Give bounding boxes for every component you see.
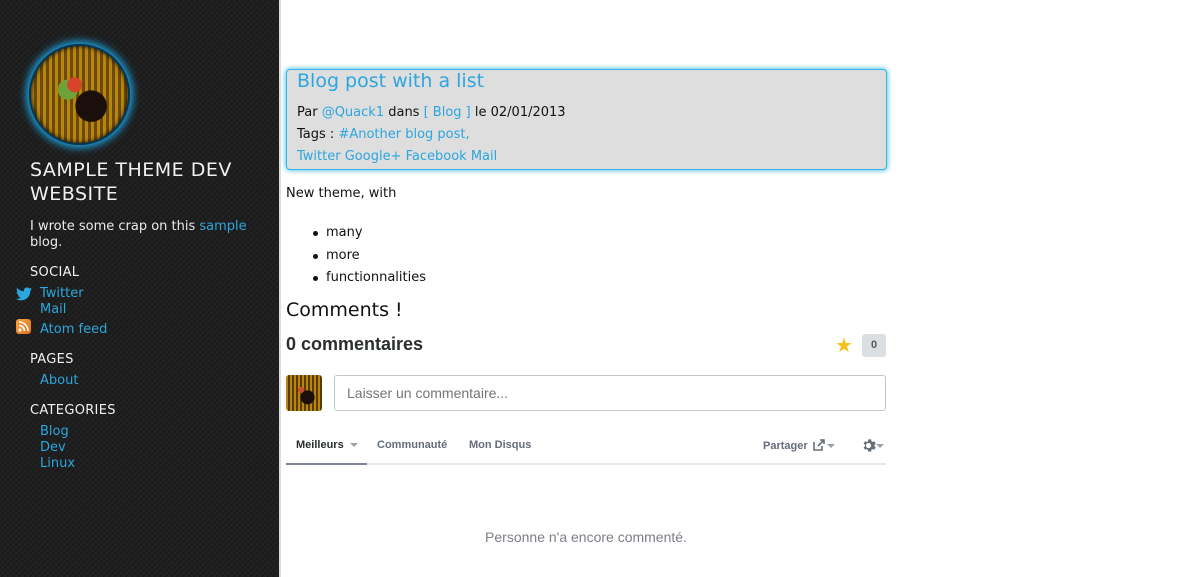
comments-heading: Comments !: [286, 299, 403, 321]
rss-glyph: [18, 321, 29, 332]
site-title[interactable]: SAMPLE THEME DEV WEBSITE: [30, 158, 270, 206]
categories-heading: CATEGORIES: [30, 403, 116, 418]
comment-count: 0 commentaires: [286, 334, 424, 354]
share-twitter-link[interactable]: Twitter: [297, 149, 341, 164]
tab-communaute[interactable]: Communauté: [377, 439, 447, 451]
site-description: I wrote some crap on this sample blog.: [30, 219, 270, 251]
sidebar-link-twitter[interactable]: Twitter: [40, 286, 84, 302]
list-item: functionnalities: [311, 267, 426, 290]
avatar[interactable]: [286, 375, 322, 411]
share-googleplus-link[interactable]: Google+: [345, 149, 402, 164]
post-tags: Tags : #Another blog post,: [297, 127, 470, 143]
post-date: le 02/01/2013: [470, 105, 566, 120]
list-item: more: [311, 245, 426, 268]
share-mail-link[interactable]: Mail: [471, 149, 497, 164]
tag-link[interactable]: #Another blog post,: [338, 127, 469, 142]
sidebar-link-atom-feed[interactable]: Atom feed: [40, 322, 107, 338]
share-label: Partager: [763, 440, 808, 452]
tab-meilleurs-label: Meilleurs: [296, 439, 344, 451]
share-links: Twitter Google+ Facebook Mail: [297, 149, 497, 165]
site-avatar[interactable]: [29, 44, 130, 145]
chevron-down-icon[interactable]: [827, 444, 835, 448]
sort-tabs: Meilleurs Communauté Mon Disqus Partager: [286, 430, 886, 465]
post-list: many more functionnalities: [311, 222, 426, 290]
sidebar-link-about[interactable]: About: [40, 373, 78, 389]
site-description-text: I wrote some crap on this: [30, 219, 200, 234]
sidebar-link-mail[interactable]: Mail: [40, 302, 66, 318]
post-title[interactable]: Blog post with a list: [297, 70, 484, 92]
tab-meilleurs[interactable]: Meilleurs: [296, 439, 358, 451]
empty-comments-message: Personne n'a encore commenté.: [485, 529, 687, 545]
gear-icon[interactable]: [861, 438, 876, 453]
star-count-badge: 0: [862, 334, 886, 357]
sidebar: SAMPLE THEME DEV WEBSITE I wrote some cr…: [0, 0, 281, 577]
social-heading: SOCIAL: [30, 265, 80, 280]
tab-mon-disqus[interactable]: Mon Disqus: [469, 439, 531, 451]
chevron-down-icon: [349, 443, 358, 448]
post-header: Blog post with a list Par @Quack1 dans […: [286, 69, 887, 170]
list-item: many: [311, 222, 426, 245]
by-label: Par: [297, 105, 322, 120]
author-link[interactable]: @Quack1: [322, 105, 384, 120]
twitter-icon: [16, 287, 32, 301]
site-description-end: blog.: [30, 235, 63, 250]
share-facebook-link[interactable]: Facebook: [406, 149, 467, 164]
sidebar-link-dev[interactable]: Dev: [40, 440, 66, 456]
star-icon[interactable]: ★: [835, 333, 853, 357]
in-label: dans: [384, 105, 424, 120]
sample-link[interactable]: sample: [199, 219, 246, 234]
share-button[interactable]: Partager: [763, 440, 808, 452]
sidebar-link-blog[interactable]: Blog: [40, 424, 69, 440]
sidebar-link-linux[interactable]: Linux: [40, 456, 75, 472]
tags-label: Tags :: [297, 127, 339, 142]
post-meta: Par @Quack1 dans [ Blog ] le 02/01/2013: [297, 105, 566, 121]
category-link[interactable]: [ Blog ]: [424, 105, 471, 120]
chevron-down-icon: [876, 444, 884, 448]
share-icon: [813, 439, 825, 451]
pages-heading: PAGES: [30, 352, 74, 367]
rss-icon: [16, 319, 31, 334]
comment-input[interactable]: [334, 375, 886, 411]
active-tab-indicator: [286, 463, 367, 465]
post-intro: New theme, with: [286, 186, 397, 201]
